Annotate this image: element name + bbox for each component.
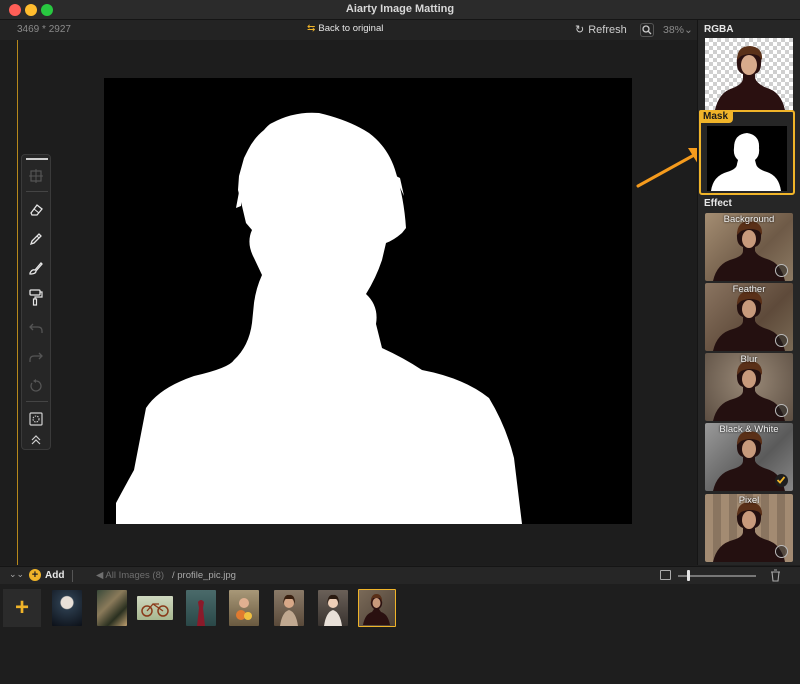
rgba-thumbnail[interactable] <box>705 38 793 110</box>
mask-thumbnail-card[interactable]: Mask <box>699 110 795 195</box>
zoom-level-select[interactable]: 38%⌄ <box>663 24 693 36</box>
back-arrow-icon: ◀ <box>96 570 106 581</box>
effect-black-white-radio[interactable] <box>775 474 788 487</box>
eraser-icon <box>30 204 43 216</box>
image-dimensions: 3469 * 2927 <box>17 24 71 35</box>
doll-image <box>324 594 342 626</box>
collapse-filmstrip-icon[interactable]: ⌄⌄ <box>9 569 24 580</box>
thumbnail-jellyfish[interactable] <box>52 590 82 626</box>
current-file-path: / profile_pic.jpg <box>172 570 236 581</box>
effect-blur-label: Blur <box>740 354 758 365</box>
undo-button[interactable] <box>26 318 46 338</box>
top-toolbar: 3469 * 2927 ⇆ Back to original ↻ Refresh… <box>0 20 697 40</box>
person-mask-silhouette <box>116 112 522 524</box>
all-images-label: All Images (8) <box>105 570 165 581</box>
effect-pixel-radio[interactable] <box>775 545 788 558</box>
toolbar-divider <box>72 570 73 582</box>
thumbnail-branches[interactable] <box>97 590 127 626</box>
canvas-area[interactable] <box>0 40 706 565</box>
swap-arrows-icon: ⇆ <box>307 23 316 34</box>
redo-button[interactable] <box>26 347 46 367</box>
magnifier-icon <box>642 25 652 35</box>
guide-line <box>17 40 18 565</box>
panel-handle[interactable] <box>26 158 48 160</box>
thumbnail-profile-pic[interactable] <box>358 589 396 627</box>
smart-brush-tool-button[interactable] <box>26 258 46 278</box>
person-cutout-image <box>715 46 785 110</box>
collapse-panel-button[interactable] <box>26 433 46 447</box>
mask-silhouette-image <box>711 133 781 191</box>
effect-background-card[interactable]: Background <box>705 213 793 281</box>
tool-divider <box>26 191 48 192</box>
thumbnail-doll-portrait[interactable] <box>318 590 348 626</box>
add-image-tile[interactable]: + <box>3 589 41 627</box>
effect-black-white-label: Black & White <box>719 424 779 435</box>
thumbnail-flower-girl[interactable] <box>229 590 259 626</box>
effect-feather-label: Feather <box>732 284 766 295</box>
thumbnail-woman-portrait[interactable] <box>274 590 304 626</box>
plus-circle-icon: + <box>29 569 41 581</box>
effect-blur-card[interactable]: Blur <box>705 353 793 421</box>
woman-portrait-image <box>280 594 298 626</box>
back-to-original-label: Back to original <box>318 23 384 34</box>
double-chevron-up-icon <box>31 435 41 445</box>
crop-tool-button[interactable] <box>26 166 46 186</box>
right-sidebar: RGBA Mask Effect Background Feather Blur <box>697 20 800 565</box>
thumbnail-forest-woman[interactable] <box>186 590 216 626</box>
effect-blur-radio[interactable] <box>775 404 788 417</box>
woman-image <box>197 600 205 626</box>
bottom-bar: ⌄⌄ + Add ◀ All Images (8) / profile_pic.… <box>0 566 800 584</box>
checkmark-icon <box>776 476 786 484</box>
effect-background-radio[interactable] <box>775 264 788 277</box>
profile-portrait-image <box>363 594 390 625</box>
crop-icon <box>29 169 43 183</box>
thumbnail-size-icon <box>660 570 671 580</box>
trash-icon[interactable] <box>770 569 781 582</box>
paint-brush-icon <box>29 262 43 275</box>
add-images-button[interactable]: + Add <box>29 569 64 581</box>
tool-divider <box>26 401 48 402</box>
effect-label: Effect <box>704 198 732 209</box>
roller-tool-button[interactable] <box>26 287 46 307</box>
effect-feather-card[interactable]: Feather <box>705 283 793 351</box>
girl-image <box>236 598 252 620</box>
effect-black-white-card[interactable]: Black & White <box>705 423 793 491</box>
all-images-link[interactable]: ◀ All Images (8) <box>96 570 164 581</box>
back-to-original-button[interactable]: ⇆ Back to original <box>307 23 383 34</box>
mask-label: Mask <box>699 110 734 123</box>
effect-feather-radio[interactable] <box>775 334 788 347</box>
refresh-button[interactable]: ↻ Refresh <box>575 23 627 37</box>
bicycle-image <box>141 603 169 617</box>
effect-background-label: Background <box>723 214 775 225</box>
title-bar: Aiarty Image Matting <box>0 0 800 20</box>
zoom-button[interactable] <box>640 23 654 37</box>
editing-tool-panel <box>21 154 51 450</box>
reset-icon <box>30 379 42 392</box>
pencil-icon <box>29 233 42 246</box>
effect-pixel-label: Pixel <box>738 495 760 506</box>
reset-button[interactable] <box>26 376 46 396</box>
redo-icon <box>29 352 43 362</box>
effect-pixel-card[interactable]: Pixel <box>705 494 793 562</box>
image-filmstrip: + <box>0 584 800 684</box>
compare-view-button[interactable] <box>26 409 46 429</box>
undo-icon <box>29 323 43 333</box>
chevron-down-icon: ⌄ <box>684 24 693 36</box>
eraser-tool-button[interactable] <box>26 200 46 220</box>
refresh-icon: ↻ <box>575 24 585 36</box>
thumbnail-bicycle[interactable] <box>137 596 173 620</box>
thumbnail-size-slider-handle[interactable] <box>687 570 690 581</box>
brush-tool-button[interactable] <box>26 229 46 249</box>
rgba-label: RGBA <box>704 24 734 35</box>
mask-thumbnail <box>707 126 787 191</box>
refresh-label: Refresh <box>588 23 627 36</box>
window-title: Aiarty Image Matting <box>345 3 455 15</box>
add-label: Add <box>45 569 65 581</box>
compare-frame-icon <box>29 412 43 426</box>
paint-roller-icon <box>29 289 43 306</box>
zoom-level-value: 38% <box>663 24 685 36</box>
mask-preview-image[interactable] <box>104 78 632 524</box>
